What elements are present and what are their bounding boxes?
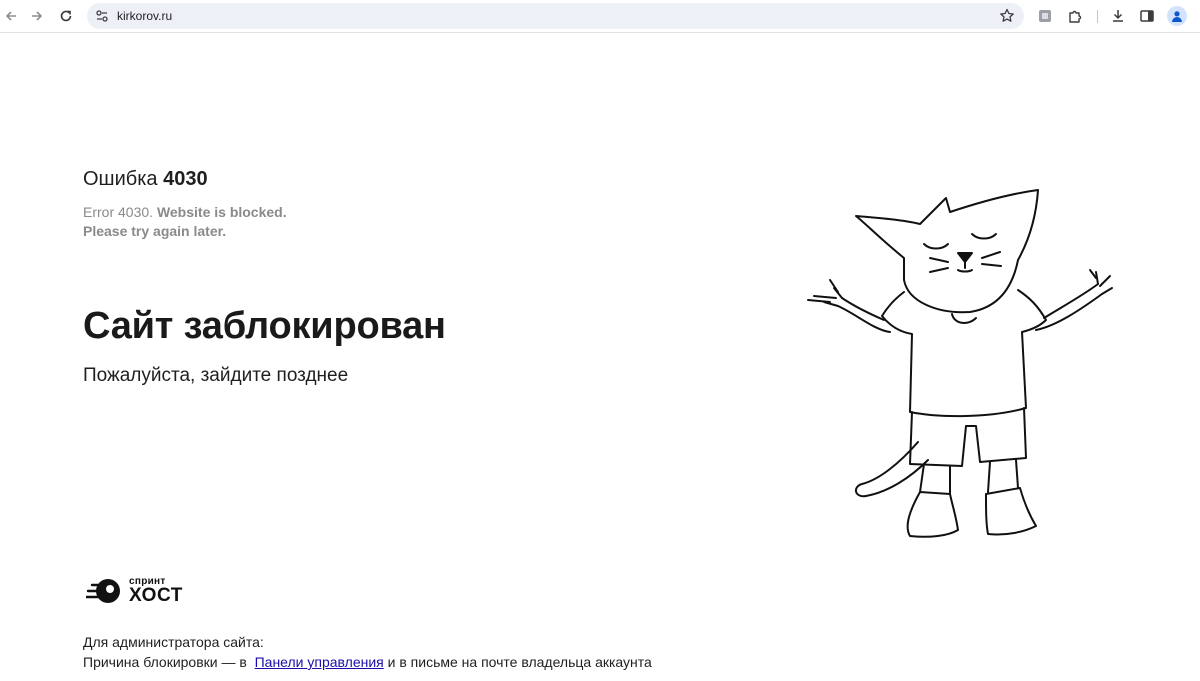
error-en-prefix: Error 4030. xyxy=(83,204,154,220)
logo-text-big: ХОСТ xyxy=(129,585,183,606)
back-arrow-icon xyxy=(5,11,16,21)
error-description: Error 4030. Website is blocked. Please t… xyxy=(83,203,287,241)
side-panel-button[interactable] xyxy=(1136,5,1158,27)
footer-line1: Для администратора сайта: xyxy=(83,634,264,650)
extension-icon xyxy=(1039,10,1051,22)
profile-button[interactable] xyxy=(1167,6,1187,26)
page-subline: Пожалуйста, зайдите позднее xyxy=(83,365,349,386)
extension-button[interactable] xyxy=(1034,5,1056,27)
url-text[interactable]: kirkorov.ru xyxy=(117,9,172,23)
back-button[interactable] xyxy=(0,5,22,27)
reload-icon xyxy=(60,10,72,22)
error-en-line2: Please try again later. xyxy=(83,223,227,239)
forward-arrow-icon xyxy=(32,11,43,21)
address-bar[interactable]: kirkorov.ru xyxy=(87,3,1024,29)
error-title: Ошибка 4030 xyxy=(83,168,208,191)
footer-line2-prefix: Причина блокировки — в xyxy=(83,654,247,670)
forward-button[interactable] xyxy=(26,5,48,27)
site-settings-icon[interactable] xyxy=(94,8,110,24)
cat-shrug-illustration xyxy=(807,189,1113,538)
sprinthost-logo-icon xyxy=(86,579,120,603)
error-en-bold: Website is blocked. xyxy=(156,204,287,220)
reload-button[interactable] xyxy=(55,5,77,27)
error-label: Ошибка xyxy=(83,168,158,190)
profile-icon xyxy=(1172,11,1182,22)
control-panel-link[interactable]: Панели управления xyxy=(255,654,384,670)
toolbar-separator xyxy=(1097,10,1098,23)
sprinthost-logo[interactable]: спринт ХОСТ xyxy=(86,575,196,607)
browser-toolbar: kirkorov.ru xyxy=(0,0,1200,33)
downloads-button[interactable] xyxy=(1107,5,1129,27)
puzzle-icon xyxy=(1069,10,1082,23)
extensions-menu-button[interactable] xyxy=(1064,5,1086,27)
error-code: 4030 xyxy=(163,168,208,190)
admin-footer: Для администратора сайта: Причина блокир… xyxy=(83,632,652,672)
footer-line2-suffix: и в письме на почте владельца аккаунта xyxy=(387,654,652,670)
footer-line2: Причина блокировки — в Панели управления… xyxy=(83,652,652,672)
bookmark-star-icon[interactable] xyxy=(998,7,1016,25)
page-headline: Сайт заблокирован xyxy=(83,305,446,347)
download-icon xyxy=(1113,10,1123,22)
side-panel-icon xyxy=(1140,10,1154,22)
